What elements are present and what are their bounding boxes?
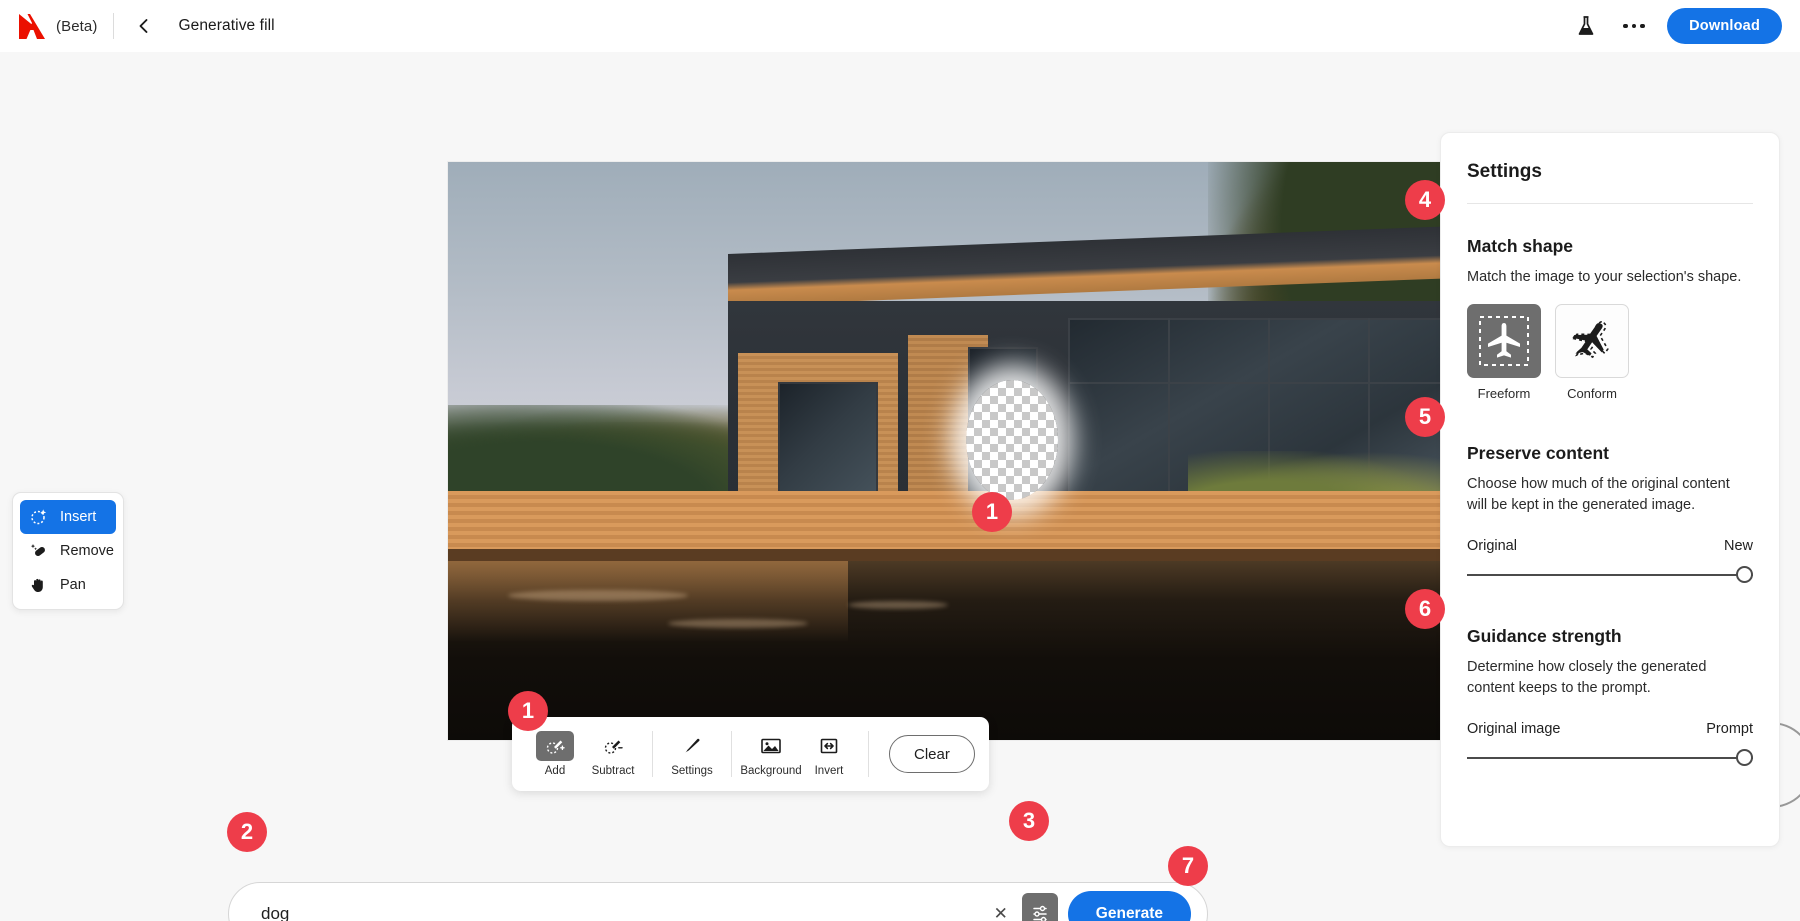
invert-selection-icon <box>810 731 848 761</box>
wooden-deck <box>448 491 1448 556</box>
match-shape-option-conform[interactable]: Conform <box>1555 304 1629 401</box>
lakehouse-photo <box>448 162 1448 740</box>
app-header: (Beta) Generative fill Download <box>0 0 1800 52</box>
toolbar-separator <box>731 731 732 777</box>
toolbar-separator <box>868 731 869 777</box>
slider-thumb[interactable] <box>1736 566 1753 584</box>
selection-add-button[interactable]: Add <box>526 727 584 781</box>
preserve-content-slider-labels: Original New <box>1467 538 1753 554</box>
annotation-badge-2: 2 <box>227 812 267 852</box>
more-horizontal-icon[interactable] <box>1619 11 1649 41</box>
annotation-badge-1: 1 <box>508 691 548 731</box>
water-reflection <box>448 560 848 642</box>
toolbar-separator <box>652 731 653 777</box>
annotation-badge-7: 7 <box>1168 846 1208 886</box>
chevron-left-icon[interactable] <box>130 12 158 40</box>
selection-toolbar: Add Subtract Settings Background Invert … <box>512 717 989 791</box>
slider-min-label: Original image <box>1467 721 1561 738</box>
selection-subtract-button[interactable]: Subtract <box>584 727 642 781</box>
beta-label: (Beta) <box>56 17 98 35</box>
selection-button-label: Settings <box>671 765 713 777</box>
settings-panel: Settings Match shape Match the image to … <box>1440 132 1780 847</box>
prompt-bar: ✕ Generate <box>228 882 1208 921</box>
hand-icon <box>29 575 49 595</box>
clear-selection-button[interactable]: Clear <box>889 735 975 773</box>
sparkle-selection-icon <box>29 507 49 527</box>
window-left <box>778 381 878 503</box>
guidance-strength-slider-labels: Original image Prompt <box>1467 721 1753 737</box>
window-mullion <box>1168 318 1170 503</box>
tool-insert[interactable]: Insert <box>20 500 116 534</box>
airplane-conform-icon <box>1555 304 1629 379</box>
generative-fill-app: (Beta) Generative fill Download Insert R… <box>0 0 1800 921</box>
window-mullion <box>1068 381 1448 384</box>
healing-brush-icon <box>29 541 49 561</box>
annotation-badge-6: 6 <box>1405 589 1445 629</box>
selection-settings-button[interactable]: Settings <box>663 727 721 781</box>
annotation-badge-4: 4 <box>1405 180 1445 220</box>
airplane-freeform-icon <box>1467 304 1541 379</box>
tool-panel: Insert Remove Pan <box>12 492 124 610</box>
image-canvas[interactable] <box>448 162 1800 808</box>
selection-mask-oval[interactable] <box>966 380 1058 500</box>
annotation-badge-3: 3 <box>1009 801 1049 841</box>
selection-invert-button[interactable]: Invert <box>800 727 858 781</box>
header-actions: Download <box>1571 8 1782 44</box>
tool-pan[interactable]: Pan <box>20 568 116 602</box>
brush-minus-icon <box>594 731 632 761</box>
page-title: Generative fill <box>178 17 275 34</box>
guidance-strength-description: Determine how closely the generated cont… <box>1467 659 1707 697</box>
preserve-content-title: Preserve content <box>1467 443 1610 464</box>
annotation-badge-5: 5 <box>1405 397 1445 437</box>
settings-panel-title: Settings <box>1467 161 1542 182</box>
download-button[interactable]: Download <box>1667 8 1782 44</box>
slider-min-label: Original <box>1467 538 1517 555</box>
guidance-strength-title: Guidance strength <box>1467 626 1622 647</box>
match-shape-option-freeform[interactable]: Freeform <box>1467 304 1541 401</box>
match-shape-section: Match shape Match the image to your sele… <box>1467 236 1753 401</box>
preserve-content-slider[interactable] <box>1467 566 1753 584</box>
selection-button-label: Invert <box>814 765 844 777</box>
header-divider <box>113 13 115 39</box>
generate-button[interactable]: Generate <box>1067 891 1191 921</box>
brush-icon <box>673 731 711 761</box>
guidance-strength-slider[interactable] <box>1467 749 1753 767</box>
match-shape-description: Match the image to your selection's shap… <box>1467 269 1742 285</box>
guidance-strength-slider-block: Original image Prompt <box>1467 721 1753 767</box>
tool-label: Remove <box>60 543 114 559</box>
slider-thumb[interactable] <box>1736 749 1753 767</box>
selection-button-label: Subtract <box>591 765 635 777</box>
slider-max-label: New <box>1723 538 1753 555</box>
match-shape-option-label: Conform <box>1567 386 1617 402</box>
tool-label: Insert <box>60 509 97 525</box>
annotation-badge-1: 1 <box>972 492 1012 532</box>
slider-track-line <box>1467 574 1753 577</box>
preserve-content-slider-block: Original New <box>1467 538 1753 584</box>
image-icon <box>752 731 790 761</box>
prompt-settings-button[interactable] <box>1021 893 1058 921</box>
preserve-content-section: Preserve content Choose how much of the … <box>1467 443 1753 584</box>
brush-plus-icon <box>536 731 574 761</box>
panel-divider <box>1467 203 1753 204</box>
guidance-strength-section: Guidance strength Determine how closely … <box>1467 626 1753 767</box>
water-glint <box>668 618 808 628</box>
workspace: Insert Remove Pan Add Subtract Settings … <box>0 52 1800 921</box>
selection-button-label: Background <box>740 765 802 777</box>
slider-track-line <box>1467 757 1753 760</box>
flask-icon[interactable] <box>1571 11 1601 41</box>
match-shape-option-label: Freeform <box>1477 386 1531 402</box>
tool-label: Pan <box>60 577 86 593</box>
match-shape-title: Match shape <box>1467 236 1573 256</box>
selection-background-button[interactable]: Background <box>740 727 802 781</box>
slider-max-label: Prompt <box>1706 721 1753 738</box>
tool-remove[interactable]: Remove <box>20 534 116 568</box>
adobe-logo[interactable] <box>18 13 48 40</box>
close-icon[interactable]: ✕ <box>988 901 1014 921</box>
preserve-content-description: Choose how much of the original content … <box>1467 476 1730 514</box>
selection-button-label: Add <box>544 765 566 777</box>
prompt-input[interactable] <box>261 904 988 921</box>
match-shape-options: Freeform Conform <box>1467 304 1753 401</box>
